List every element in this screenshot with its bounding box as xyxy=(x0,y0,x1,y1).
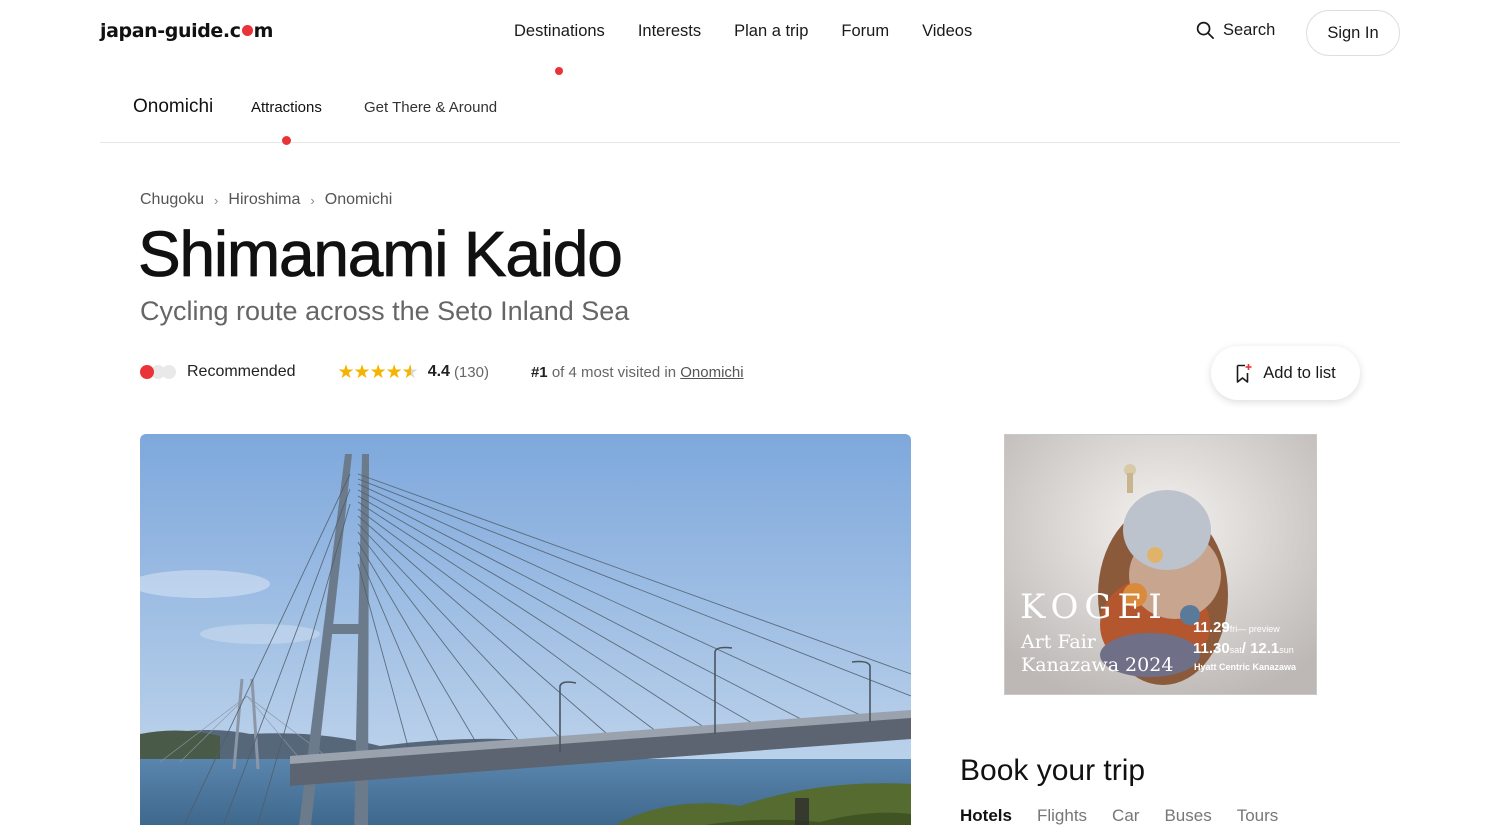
nav-plan-a-trip[interactable]: Plan a trip xyxy=(734,22,808,41)
recommendation-dots-icon xyxy=(140,365,176,379)
breadcrumb-onomichi[interactable]: Onomichi xyxy=(325,191,393,209)
ad-title: KOGEI xyxy=(1020,587,1168,627)
sign-in-button[interactable]: Sign In xyxy=(1306,10,1400,56)
nav-interests[interactable]: Interests xyxy=(638,22,701,41)
tab-flights[interactable]: Flights xyxy=(1037,806,1087,825)
add-to-list-button[interactable]: Add to list xyxy=(1211,346,1360,400)
ad-venue: Hyatt Centric Kanazawa xyxy=(1194,662,1297,672)
book-trip-heading: Book your trip xyxy=(960,754,1146,787)
subnav-place-title[interactable]: Onomichi xyxy=(133,96,213,118)
tab-tours[interactable]: Tours xyxy=(1237,806,1279,825)
page-subtitle: Cycling route across the Seto Inland Sea xyxy=(140,296,630,326)
search-icon xyxy=(1196,21,1214,39)
search-button[interactable]: Search xyxy=(1196,21,1275,40)
visit-rank: #1 of 4 most visited in Onomichi xyxy=(530,363,744,381)
page-title: Shimanami Kaido xyxy=(138,218,624,291)
tab-hotels[interactable]: Hotels xyxy=(960,806,1012,825)
breadcrumb-hiroshima[interactable]: Hiroshima xyxy=(228,191,300,209)
star-rating-icon: ★★★★ ★ xyxy=(337,361,419,383)
nav-videos[interactable]: Videos xyxy=(922,22,972,41)
nav-destinations[interactable]: Destinations xyxy=(514,22,605,75)
tab-get-there-around[interactable]: Get There & Around xyxy=(364,99,497,116)
tab-attractions[interactable]: Attractions xyxy=(251,99,322,145)
review-count[interactable]: (130) xyxy=(454,364,489,381)
destination-subnav: Onomichi Attractions Get There & Around xyxy=(100,76,1400,145)
bookmark-add-icon xyxy=(1236,363,1252,383)
breadcrumb-chugoku[interactable]: Chugoku xyxy=(140,191,204,209)
hero-photo-bridge[interactable] xyxy=(140,434,911,825)
main-nav: Destinations Interests Plan a trip Forum… xyxy=(514,22,972,75)
recommendation-label: Recommended xyxy=(187,363,296,380)
booking-tabs: Hotels Flights Car Buses Tours xyxy=(960,806,1278,825)
breadcrumb-chevron-icon: › xyxy=(310,192,315,208)
logo-dot-icon xyxy=(241,25,253,36)
tab-buses[interactable]: Buses xyxy=(1164,806,1211,825)
rank-place-link[interactable]: Onomichi xyxy=(680,364,743,381)
attraction-meta: Recommended ★★★★ ★ 4.4 (130) #1 of 4 most… xyxy=(140,360,744,384)
ad-subtitle: Art Fair Kanazawa 2024 xyxy=(1021,631,1174,676)
bridge-photo-image xyxy=(140,434,911,825)
advertisement-banner[interactable]: KOGEI Art Fair Kanazawa 2024 11.29fri— p… xyxy=(1004,434,1317,695)
tab-car[interactable]: Car xyxy=(1112,806,1139,825)
search-label: Search xyxy=(1223,21,1276,39)
nav-forum[interactable]: Forum xyxy=(841,22,889,41)
site-logo[interactable]: japan-guide.c m xyxy=(100,20,273,42)
site-header: japan-guide.c m Destinations Interests Pl… xyxy=(0,0,1500,75)
add-to-list-label: Add to list xyxy=(1263,363,1336,382)
ad-date-main: 11.30sat/ 12.1sun xyxy=(1193,640,1294,657)
breadcrumb-chevron-icon: › xyxy=(214,192,219,208)
breadcrumb: Chugoku › Hiroshima › Onomichi xyxy=(140,191,392,209)
ad-date-preview: 11.29fri— preview xyxy=(1193,619,1280,636)
rating-value: 4.4 xyxy=(427,363,450,380)
